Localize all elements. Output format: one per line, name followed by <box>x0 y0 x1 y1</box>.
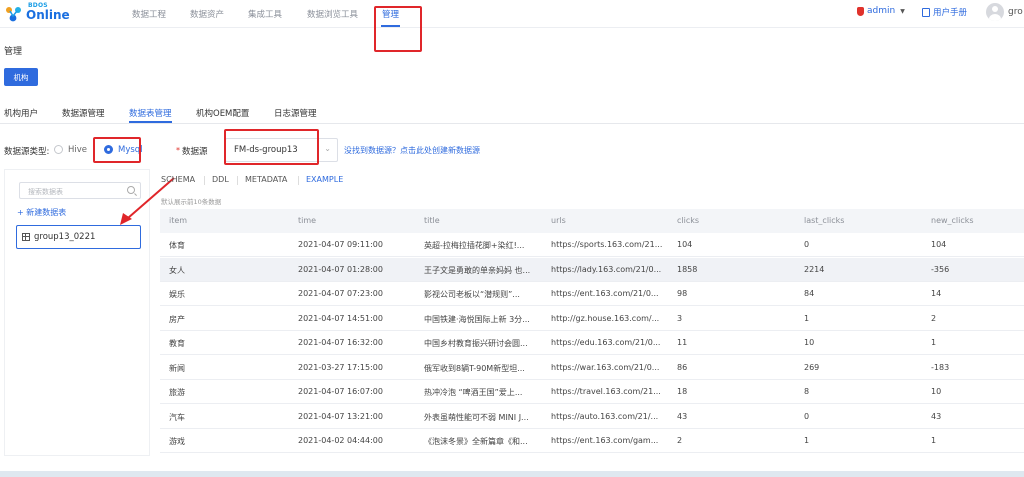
table-cell: 8 <box>804 387 810 396</box>
table-cell: 2021-04-07 09:11:00 <box>298 240 383 249</box>
table-cell: 房产 <box>169 314 185 324</box>
table-cell: 11 <box>677 338 688 347</box>
table-cell: 10 <box>804 338 815 347</box>
table-cell: 2 <box>677 436 683 445</box>
table-cell: 0 <box>804 411 810 421</box>
table-cell: 1858 <box>677 264 698 274</box>
table-cell: 104 <box>677 240 693 249</box>
table-cell: https://lady.163.com/21/0... <box>551 264 662 274</box>
table-row[interactable]: 娱乐 2021-04-07 07:23:00 影视公司老板以“潜规则”... http… <box>160 282 1024 306</box>
table-cell: 外表虽萌性能可不弱 MINI J... <box>424 412 529 422</box>
table-cell: https://travel.163.com/21... <box>551 387 661 396</box>
table-cell: 游戏 <box>169 437 185 446</box>
table-cell: https://sports.163.com/21... <box>551 240 663 249</box>
column-header: title <box>424 216 440 225</box>
table-cell: 86 <box>677 362 688 372</box>
table-cell: 《泡沫冬景》全新篇章《和... <box>424 437 528 446</box>
table-cell: 新闻 <box>169 363 185 373</box>
table-cell: 98 <box>677 289 688 298</box>
table-cell: https://auto.163.com/21/... <box>551 411 659 421</box>
table-row[interactable]: 游戏 2021-04-02 04:44:00 《泡沫冬景》全新篇章《和... http… <box>160 429 1024 453</box>
table-cell: 教育 <box>169 339 185 348</box>
table-cell: -183 <box>931 362 950 372</box>
table-row[interactable]: 旅游 2021-04-07 16:07:00 热冲冷泡 “啤酒王国”爱上... htt… <box>160 380 1024 404</box>
table-cell: 1 <box>931 338 937 347</box>
table-cell: 1 <box>804 436 810 445</box>
table-cell: 2214 <box>804 264 825 274</box>
subtab-divider <box>237 176 238 185</box>
table-cell: 1 <box>804 313 810 323</box>
table-cell: 汽车 <box>169 412 185 422</box>
table-cell: 2021-03-27 17:15:00 <box>298 362 383 372</box>
table-row[interactable]: 新闻 2021-03-27 17:15:00 俄军收到8辆T-90M新型坦... ht… <box>160 356 1024 380</box>
table-cell: 娱乐 <box>169 290 185 299</box>
table-cell: 英超-拉梅拉插花脚+染红!... <box>424 241 525 250</box>
table-cell: https://edu.163.com/21/0... <box>551 338 661 347</box>
subtab-metadata[interactable]: METADATA <box>245 175 287 184</box>
table-cell: 2021-04-07 16:32:00 <box>298 338 383 347</box>
table-cell: 体育 <box>169 241 185 250</box>
table-cell: 10 <box>931 387 942 396</box>
table-cell: 3 <box>677 313 683 323</box>
table-cell: 2021-04-07 14:51:00 <box>298 313 383 323</box>
subtab-divider <box>298 176 299 185</box>
table-cell: 2021-04-07 07:23:00 <box>298 289 383 298</box>
column-header: new_clicks <box>931 216 974 225</box>
table-cell: 43 <box>677 411 688 421</box>
table-cell: 14 <box>931 289 942 298</box>
column-header: item <box>169 216 188 225</box>
table-cell: -356 <box>931 264 950 274</box>
table-row[interactable]: 体育 2021-04-07 09:11:00 英超-拉梅拉插花脚+染红!... htt… <box>160 233 1024 257</box>
table-cell: 中国乡村教育振兴研讨会圆... <box>424 339 528 348</box>
table-cell: 0 <box>804 240 810 249</box>
table-cell: 84 <box>804 289 815 298</box>
table-row[interactable]: 房产 2021-04-07 14:51:00 中国铁建·海悦国际上新 3分... ht… <box>160 307 1024 331</box>
table-cell: 2 <box>931 313 937 323</box>
table-row[interactable]: 教育 2021-04-07 16:32:00 中国乡村教育振兴研讨会圆... http… <box>160 331 1024 355</box>
column-header: last_clicks <box>804 216 845 225</box>
table-cell: 影视公司老板以“潜规则”... <box>424 290 520 299</box>
table-cell: 俄军收到8辆T-90M新型坦... <box>424 363 525 373</box>
table-cell: 女人 <box>169 265 185 275</box>
table-cell: https://war.163.com/21/0... <box>551 362 660 372</box>
subtab-example[interactable]: EXAMPLE <box>306 175 343 184</box>
table-cell: https://ent.163.com/21/0... <box>551 289 659 298</box>
table-cell: 2021-04-07 01:28:00 <box>298 264 383 274</box>
table-cell: 中国铁建·海悦国际上新 3分... <box>424 314 530 324</box>
column-header: urls <box>551 216 566 225</box>
column-header: clicks <box>677 216 700 225</box>
table-header-row: item time title urls clicks last_clicks new_cl… <box>160 209 1024 233</box>
bottom-strip <box>0 471 1024 477</box>
table-row[interactable]: 女人 2021-04-07 01:28:00 王子文是勇敢的单亲妈妈 也... htt… <box>160 257 1024 282</box>
table-cell: 王子文是勇敢的单亲妈妈 也... <box>424 265 531 275</box>
table-cell: https://ent.163.com/gam... <box>551 436 659 445</box>
table-cell: 269 <box>804 362 820 372</box>
table-cell: 43 <box>931 411 942 421</box>
table-cell: 2021-04-07 16:07:00 <box>298 387 383 396</box>
table-cell: 2021-04-07 13:21:00 <box>298 411 383 421</box>
table-cell: 104 <box>931 240 947 249</box>
subtab-schema[interactable]: SCHEMA <box>161 175 195 184</box>
table-cell: 1 <box>931 436 937 445</box>
preview-hint: 默认展示前10条数据 <box>161 198 222 206</box>
table-cell: 旅游 <box>169 388 185 397</box>
table-cell: 18 <box>677 387 688 396</box>
subtab-divider <box>204 176 205 185</box>
table-cell: 热冲冷泡 “啤酒王国”爱上... <box>424 388 523 397</box>
table-row[interactable]: 汽车 2021-04-07 13:21:00 外表虽萌性能可不弱 MINI J...… <box>160 405 1024 429</box>
table-cell: 2021-04-02 04:44:00 <box>298 436 383 445</box>
table-cell: http://gz.house.163.com/... <box>551 313 660 323</box>
column-header: time <box>298 216 317 225</box>
subtab-ddl[interactable]: DDL <box>212 175 229 184</box>
